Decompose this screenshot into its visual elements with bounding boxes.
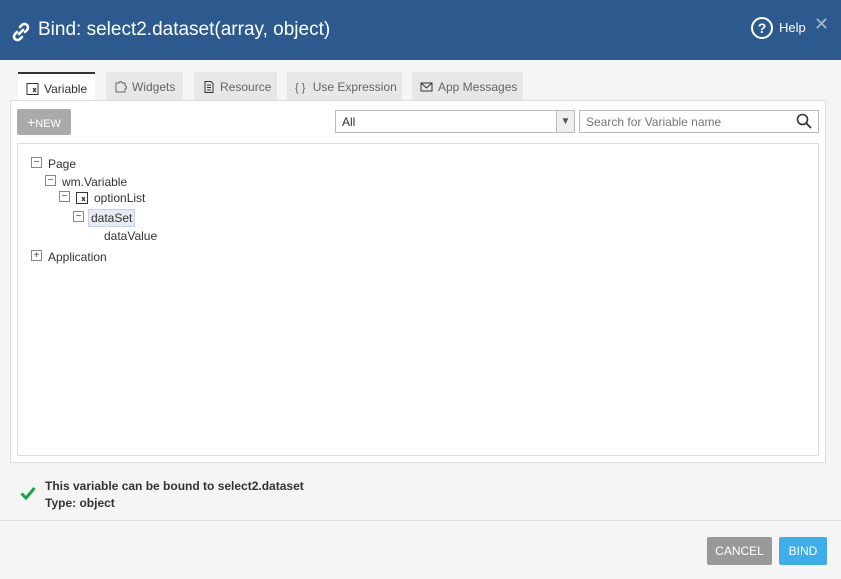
tab-use-expression[interactable]: { } Use Expression [287, 72, 402, 100]
variable-icon [76, 192, 88, 204]
checkmark-icon [20, 487, 36, 500]
tab-widgets-label: Widgets [132, 80, 176, 94]
dialog-title: Bind: select2.dataset(array, object) [38, 19, 331, 40]
dialog-header: Bind: select2.dataset(array, object) ? H… [0, 0, 841, 60]
collapse-icon[interactable]: − [73, 211, 84, 222]
new-variable-button[interactable]: +NEW [17, 109, 71, 135]
tab-widgets[interactable]: Widgets [106, 72, 183, 100]
help-icon[interactable]: ? [751, 17, 773, 39]
tab-resource[interactable]: Resource [194, 72, 277, 100]
document-icon [204, 81, 214, 93]
variable-tree: − Page − wm.Variable − optionList − data… [17, 143, 819, 456]
footer-divider [0, 520, 841, 521]
variable-icon [26, 83, 39, 95]
cancel-button[interactable]: CANCEL [707, 537, 772, 565]
tab-variable-label: Variable [44, 82, 88, 96]
search-input[interactable] [580, 111, 790, 132]
tab-app-messages-label: App Messages [438, 80, 518, 94]
chevron-down-icon[interactable]: ▼ [556, 111, 574, 132]
close-icon[interactable]: ✕ [814, 14, 829, 35]
status-type: Type: object [45, 496, 115, 510]
help-link[interactable]: Help [779, 20, 806, 35]
collapse-icon[interactable]: − [31, 157, 42, 168]
braces-icon: { } [295, 82, 306, 94]
message-icon [420, 82, 433, 92]
bind-button[interactable]: BIND [779, 537, 827, 565]
tab-variable[interactable]: Variable [18, 72, 95, 102]
link-icon [12, 22, 30, 42]
tab-resource-label: Resource [220, 80, 272, 94]
tab-use-expression-label: Use Expression [312, 80, 397, 94]
search-icon[interactable] [796, 113, 812, 129]
filter-value: All [342, 115, 356, 129]
collapse-icon[interactable]: − [45, 175, 56, 186]
variable-search [579, 110, 819, 133]
variable-filter-select[interactable]: All ▼ [335, 110, 575, 133]
status-message: This variable can be bound to select2.da… [45, 479, 304, 493]
expand-icon[interactable]: + [31, 250, 42, 261]
collapse-icon[interactable]: − [59, 191, 70, 202]
tab-app-messages[interactable]: App Messages [412, 72, 523, 100]
puzzle-icon [115, 81, 127, 93]
